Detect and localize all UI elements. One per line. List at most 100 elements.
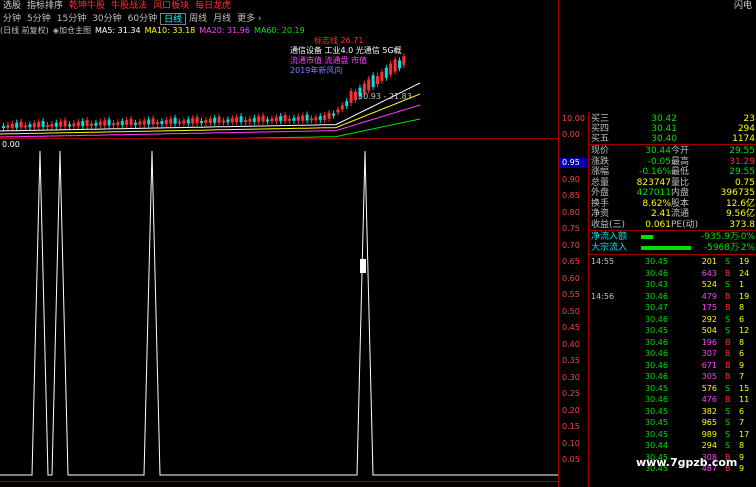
- stat-label-2: 最高: [671, 156, 690, 167]
- stat-value: -0.05: [647, 156, 671, 167]
- stat-label-2: 股本: [671, 198, 690, 209]
- tick-price: 30.45: [645, 326, 668, 335]
- tab-30min[interactable]: 30分钟: [89, 13, 124, 25]
- tab-15min[interactable]: 15分钟: [54, 13, 89, 25]
- tick-count: 9: [739, 464, 745, 473]
- candle-body: [217, 116, 221, 123]
- candle-body: [81, 121, 85, 127]
- menu-right-label[interactable]: 闪电: [734, 0, 752, 12]
- kline-chart[interactable]: 标志线 26.71 通信设备 工业4.0 光通信 5G概 流通市值 流通盘 市值…: [0, 36, 558, 138]
- candle-body: [244, 120, 247, 123]
- stat-row: 外盘 427011 内盘 396735: [589, 188, 756, 198]
- tick-side: B: [725, 291, 731, 301]
- candle-body: [367, 79, 371, 91]
- candle-body: [292, 117, 296, 121]
- candle-body: [200, 121, 203, 124]
- candle-body: [318, 116, 322, 121]
- candle-body: [173, 117, 177, 124]
- tab-weekly[interactable]: 周线: [186, 13, 210, 25]
- stat-row: 涨跌 -0.05 最高 31.29: [589, 157, 756, 167]
- tab-more[interactable]: 更多 ›: [234, 13, 264, 25]
- tab-daily[interactable]: 日线: [160, 13, 187, 25]
- menu-item-select[interactable]: 选股: [0, 0, 24, 12]
- candle-body: [6, 124, 10, 128]
- stat-value: 427011: [636, 188, 671, 198]
- concept-line: 通信设备 工业4.0 光通信 5G概: [290, 46, 402, 55]
- ma-indicator-bar: (日线 前复权) ◈加仓主图 MA5: 31.34 MA10: 33.18 MA…: [0, 25, 560, 36]
- tick-count: 8: [739, 441, 745, 450]
- tick-row: 30.46 671 B 9: [589, 361, 756, 371]
- tick-row: 14:56 30.46 479 B 19: [589, 292, 756, 302]
- candle-body: [195, 117, 199, 124]
- candle-body: [354, 91, 357, 100]
- menu-item-sector[interactable]: 风口板块: [150, 0, 192, 12]
- tab-monthly[interactable]: 月线: [210, 13, 234, 25]
- stat-row: 净资 2.41 流通 9.56亿: [589, 209, 756, 219]
- tab-60min[interactable]: 60分钟: [125, 13, 160, 25]
- indicator-chart[interactable]: 0.00: [0, 139, 558, 481]
- axis-tick-lower: 0.75: [562, 224, 580, 233]
- tick-row: 30.46 307 B 6: [589, 349, 756, 359]
- candle-body: [59, 121, 63, 127]
- candle-body: [90, 123, 93, 126]
- tick-row: 30.46 196 B 8: [589, 338, 756, 348]
- trend-line: 2019年新风向: [290, 66, 343, 75]
- stat-value: 0.061: [645, 219, 671, 230]
- candle-body: [54, 122, 58, 127]
- candle-body: [94, 122, 98, 126]
- axis-tick-upper-bottom: 0.00: [562, 130, 580, 139]
- tick-side: S: [725, 326, 731, 335]
- axis-tick-lower: 0.95: [559, 158, 587, 168]
- menu-item-qiankun[interactable]: 乾坤牛股: [66, 0, 108, 12]
- stat-value-2: 31.29: [729, 156, 755, 167]
- upper-legend: 标志线 26.71 通信设备 工业4.0 光通信 5G概 流通市值 流通盘 市值…: [290, 36, 430, 76]
- axis-tick-lower: 0.10: [562, 438, 580, 448]
- candle-body: [63, 120, 67, 127]
- tick-side: S: [725, 383, 731, 393]
- stat-row: 换手 8.62% 股本 12.6亿: [589, 199, 756, 209]
- tick-price: 30.47: [645, 303, 668, 312]
- tick-row: 14:55 30.45 201 S 19: [589, 257, 756, 267]
- tab-minute[interactable]: 分钟: [0, 13, 24, 25]
- tick-volume: 479: [701, 291, 717, 301]
- tick-price: 30.45: [645, 406, 668, 416]
- marker-line-label: 标志线 26.71: [314, 36, 364, 45]
- add-position-label[interactable]: ◈加仓主图: [53, 25, 95, 36]
- stat-value-2: 29.55: [729, 146, 755, 156]
- tick-price: 30.45: [645, 257, 668, 266]
- candle-body: [274, 117, 278, 122]
- axis-tick-lower: 0.25: [562, 389, 580, 398]
- tick-row: 30.46 292 S 6: [589, 315, 756, 325]
- candle-body: [208, 118, 212, 123]
- order-volume: 23: [743, 114, 755, 124]
- axis-tick-lower: 0.60: [562, 273, 580, 283]
- candle-body: [32, 123, 36, 128]
- tab-5min[interactable]: 5分钟: [24, 13, 54, 25]
- market-cap-line: 流通市值 流通盘 市值: [290, 56, 368, 65]
- menu-item-sort[interactable]: 指标排序: [24, 0, 66, 12]
- order-volume: 294: [737, 124, 755, 134]
- candle-body: [85, 119, 89, 126]
- stat-label: 涨幅: [591, 167, 610, 177]
- tick-count: 12: [739, 326, 750, 335]
- tick-side: B: [725, 337, 731, 347]
- menu-item-longhu[interactable]: 每日龙虎: [192, 0, 234, 12]
- candle-body: [68, 124, 71, 127]
- candle-body: [50, 123, 54, 127]
- tick-row: 30.45 965 S 7: [589, 418, 756, 428]
- tick-row: 30.45 989 S 17: [589, 430, 756, 440]
- tick-time: 14:55: [591, 257, 615, 266]
- flow-pct: -2%: [737, 242, 755, 253]
- stat-value-2: 373.8: [729, 219, 755, 230]
- menu-item-strategy[interactable]: 牛股战法: [108, 0, 150, 12]
- tick-row: 30.43 524 S 1: [589, 280, 756, 290]
- candle-body: [288, 118, 291, 121]
- order-book-row: 买四 30.41 294: [589, 124, 756, 134]
- tick-price: 30.46: [645, 337, 668, 347]
- tick-count: 6: [739, 406, 745, 416]
- fund-flow-row: 大宗流入 -5968万 -2%: [589, 243, 756, 253]
- stat-value-2: 396735: [720, 188, 755, 198]
- candle-body: [296, 116, 300, 121]
- candle-body: [134, 122, 137, 125]
- tick-volume: 196: [701, 337, 717, 347]
